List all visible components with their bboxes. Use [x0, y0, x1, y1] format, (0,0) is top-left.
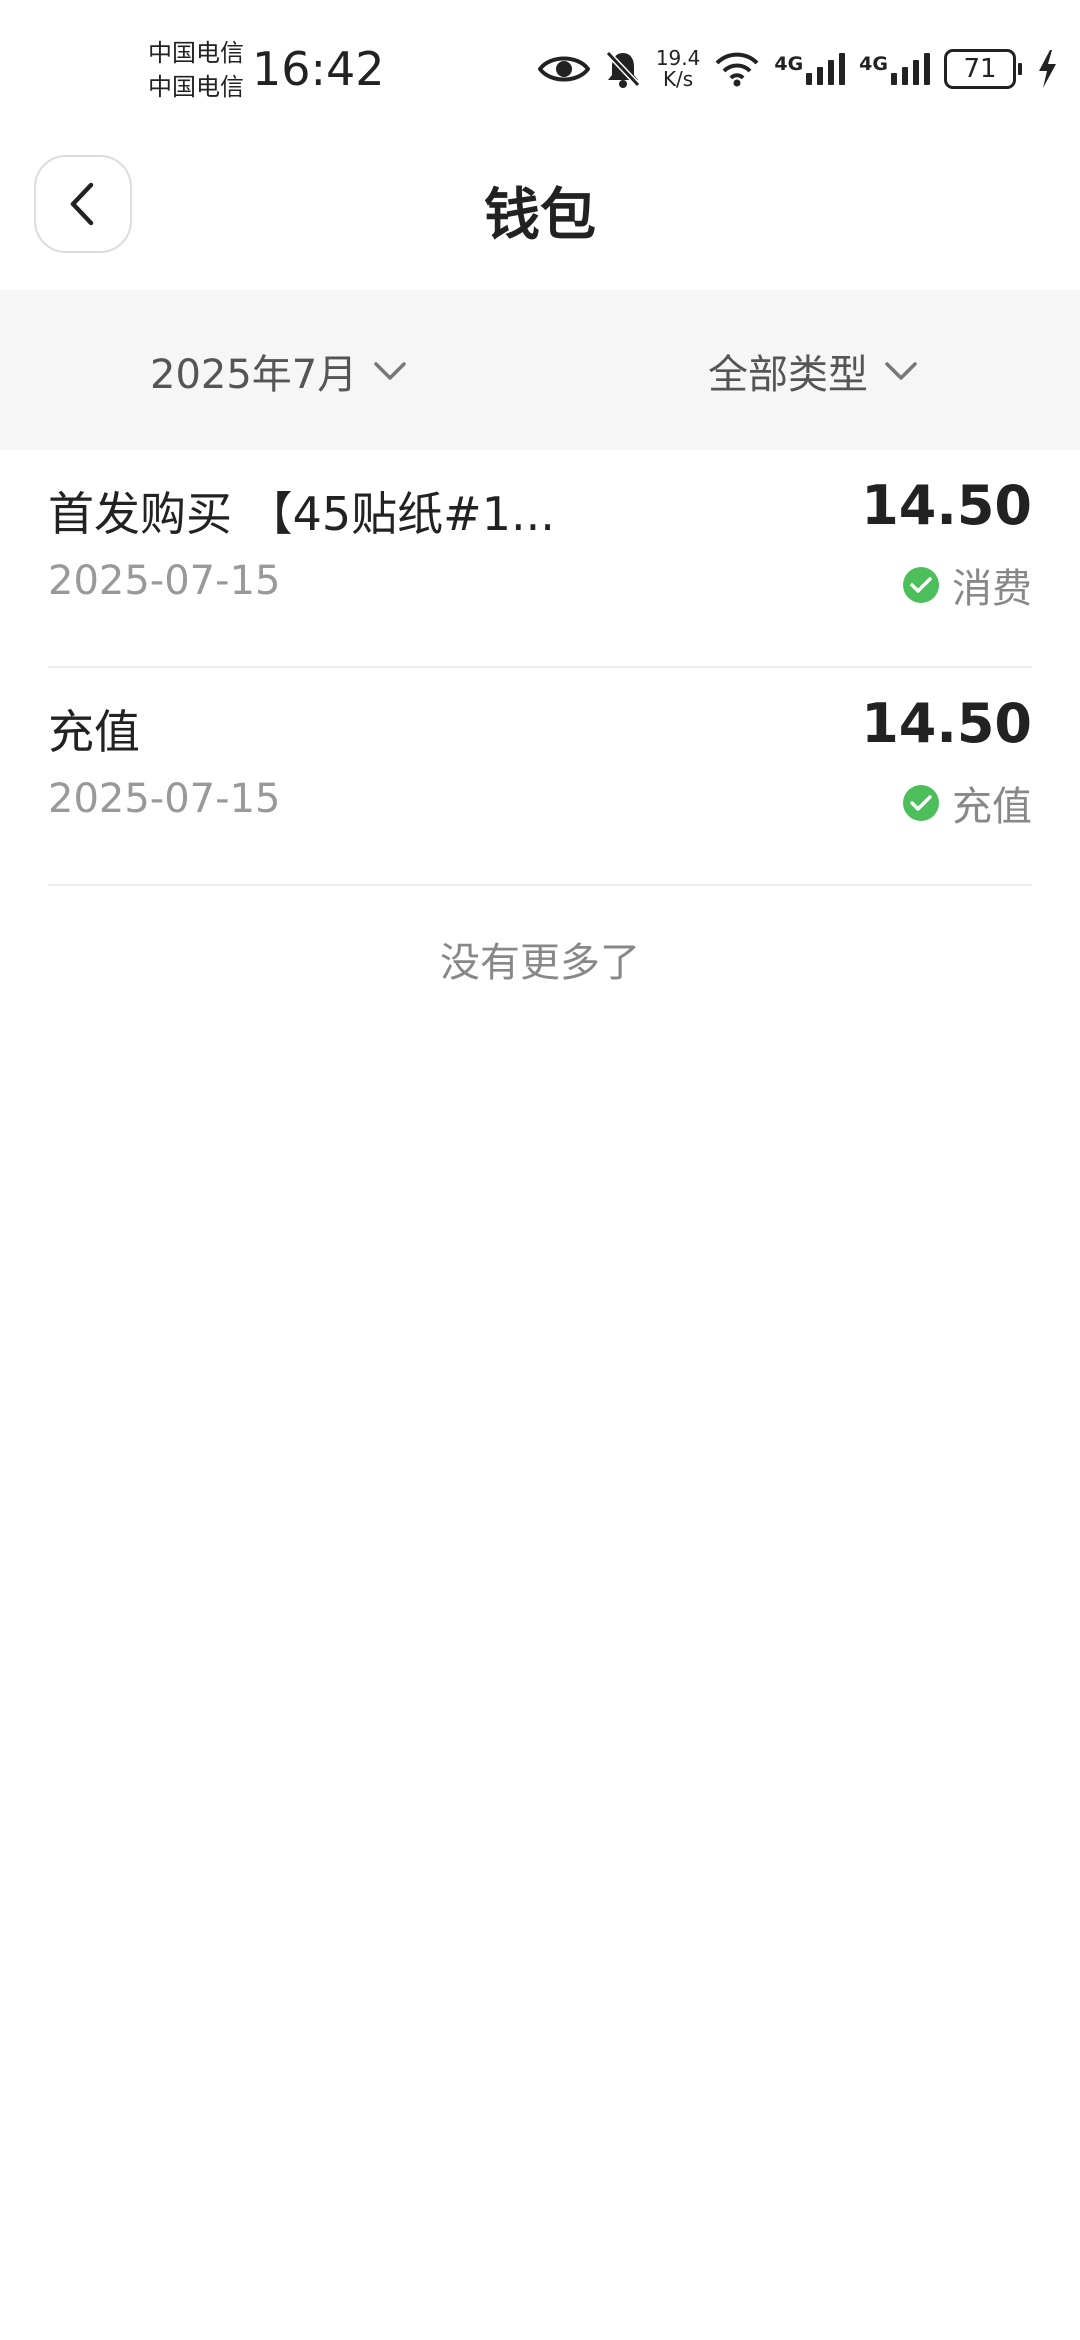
type-filter-dropdown[interactable]: 全部类型: [708, 342, 918, 400]
chevron-down-icon: [374, 362, 406, 380]
chevron-down-icon: [885, 362, 917, 380]
bell-muted-icon: [605, 50, 641, 88]
transaction-title: 首发购买 【45贴纸#1...: [48, 487, 555, 541]
sim2-network-type: 4G: [859, 53, 888, 75]
sim1-network-type: 4G: [774, 53, 804, 75]
transaction-status-label: 消费: [952, 566, 1032, 612]
clock: 16:42: [252, 42, 385, 96]
page-title: 钱包: [484, 183, 596, 248]
carrier-labels: 中国电信 中国电信: [148, 36, 244, 104]
transaction-title: 充值: [48, 705, 140, 759]
eye-icon: [537, 56, 590, 82]
no-more-text: 没有更多了: [440, 940, 640, 986]
charging-bolt-icon: [1039, 50, 1056, 88]
net-speed: 19.4 K/s: [656, 48, 701, 90]
carrier-1: 中国电信: [148, 39, 244, 67]
type-filter-label: 全部类型: [708, 352, 868, 398]
transaction-row[interactable]: 首发购买 【45贴纸#1... 14.50 2025-07-15 消费: [48, 450, 1032, 668]
status-bar: 中国电信 中国电信 16:42 19.4 K/s 4G 4G 71: [0, 0, 1080, 140]
transaction-amount: 14.50: [861, 474, 1032, 537]
check-circle-icon: [903, 785, 939, 821]
battery-level: 71: [944, 49, 1016, 89]
net-speed-unit: K/s: [662, 67, 694, 91]
transaction-amount: 14.50: [861, 692, 1032, 755]
signal-sim1-icon: 4G: [774, 53, 846, 85]
transaction-status: 充值: [902, 774, 1032, 832]
status-icons: 19.4 K/s 4G 4G 71: [537, 44, 1058, 94]
carrier-2: 中国电信: [148, 73, 244, 101]
transaction-row[interactable]: 充值 14.50 2025-07-15 充值: [48, 668, 1032, 886]
transaction-date: 2025-07-15: [48, 558, 281, 604]
battery-icon: 71: [944, 49, 1022, 89]
month-filter-label: 2025年7月: [150, 352, 358, 398]
filter-bar: 2025年7月 全部类型: [0, 290, 1080, 450]
month-filter-dropdown[interactable]: 2025年7月: [150, 342, 407, 400]
transaction-date: 2025-07-15: [48, 776, 281, 822]
transaction-status-label: 充值: [952, 784, 1032, 830]
transaction-status: 消费: [902, 556, 1032, 614]
wifi-icon: [715, 52, 759, 87]
check-circle-icon: [903, 567, 939, 603]
transaction-list: 首发购买 【45贴纸#1... 14.50 2025-07-15 消费 充值 1…: [48, 450, 1032, 886]
net-speed-value: 19.4: [655, 46, 701, 70]
signal-sim2-icon: 4G: [859, 53, 930, 85]
